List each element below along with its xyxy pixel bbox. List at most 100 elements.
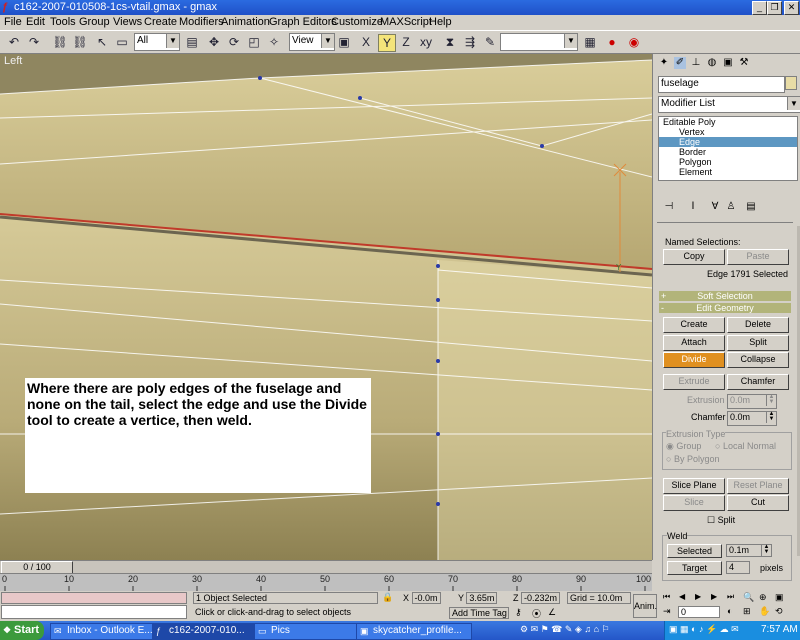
slice-plane-button[interactable]: Slice Plane (663, 478, 725, 494)
display-tab-icon[interactable]: ▣ (722, 57, 734, 69)
stack-item-element[interactable]: Element (659, 167, 797, 177)
group-radio[interactable]: ◉ Group (666, 441, 701, 452)
modifier-stack[interactable]: Editable Poly Vertex Edge Border Polygon… (658, 116, 798, 181)
weld-target-spinner[interactable]: 4 (726, 561, 750, 574)
menu-graph-editors[interactable]: Graph Editors (269, 16, 337, 28)
stack-item-vertex[interactable]: Vertex (659, 127, 797, 137)
remove-modifier-icon[interactable]: ♙ (725, 201, 737, 213)
split-checkbox[interactable]: ☐ Split (707, 515, 735, 526)
weld-target-button[interactable]: Target (667, 561, 722, 575)
restrict-y-icon[interactable]: Y (378, 34, 396, 52)
goto-start-icon[interactable]: ⏮ (663, 592, 675, 604)
rotate-icon[interactable]: ⟳ (226, 34, 242, 50)
pin-stack-icon[interactable]: ⊣ (663, 201, 675, 213)
hierarchy-tab-icon[interactable]: ⊥ (690, 57, 702, 69)
chamfer-button[interactable]: Chamfer (727, 374, 789, 390)
field-of-view-icon[interactable]: ◐ (727, 606, 739, 618)
select-by-name-icon[interactable]: ▤ (184, 34, 200, 50)
maxscript-listener-pink[interactable] (1, 592, 187, 604)
quick-launch-icons[interactable]: ⚙ ✉ ⚑ ☎ ✎ ◈ ♫ ⌂ ⚐ (520, 624, 662, 637)
modify-tab-icon[interactable]: ✐ (674, 57, 686, 69)
utilities-tab-icon[interactable]: ⚒ (738, 57, 750, 69)
collapse-button[interactable]: Collapse (727, 352, 789, 368)
close-button[interactable]: ✕ (784, 1, 799, 15)
menu-help[interactable]: Help (429, 16, 452, 28)
snap-icon[interactable]: ⦿ (532, 607, 544, 619)
material-editor-icon[interactable]: ▦ (582, 34, 598, 50)
quick-render-icon[interactable]: ◉ (626, 34, 642, 50)
configure-modifier-sets-icon[interactable]: ▤ (745, 201, 757, 213)
current-frame-field[interactable]: 0 (678, 606, 720, 618)
extrusion-spinner[interactable]: 0.0m ▲ ▼ (727, 394, 777, 409)
angle-snap-icon[interactable]: ∠ (548, 607, 560, 619)
object-color-swatch[interactable] (785, 76, 797, 90)
align-icon[interactable]: ⇶ (462, 34, 478, 50)
named-selection-dropdown[interactable]: ▼ (500, 33, 578, 51)
previous-frame-icon[interactable]: ◀ (679, 592, 691, 604)
gmax-app-icon[interactable]: ƒ (2, 2, 12, 13)
menu-customize[interactable]: Customize (331, 16, 383, 28)
stack-item-edge[interactable]: Edge (659, 137, 797, 147)
taskbar-item-gmax[interactable]: ƒ c162-2007-010... (152, 623, 268, 640)
taskbar-item-outlook[interactable]: ✉ Inbox - Outlook E... (50, 623, 166, 640)
menu-views[interactable]: Views (113, 16, 142, 28)
viewport-left[interactable]: Y Left Where there are poly edges of the… (0, 54, 652, 560)
mirror-icon[interactable]: ⧗ (442, 34, 458, 50)
selection-filter-dropdown[interactable]: All ▼ (134, 33, 180, 51)
scale-icon[interactable]: ◰ (246, 34, 262, 50)
copy-button[interactable]: Copy (663, 249, 725, 265)
arc-rotate-icon[interactable]: ⟲ (775, 606, 787, 618)
key-icon[interactable]: ⚷ (515, 607, 527, 619)
by-polygon-radio[interactable]: ○ By Polygon (666, 454, 719, 464)
play-icon[interactable]: ▶ (695, 592, 707, 604)
add-time-tag-button[interactable]: Add Time Tag (449, 607, 509, 619)
taskbar-item-pics[interactable]: ▭ Pics (254, 623, 370, 640)
zoom-all-icon[interactable]: ⊕ (759, 592, 771, 604)
divide-button[interactable]: Divide (663, 352, 725, 368)
menu-edit[interactable]: Edit (26, 16, 45, 28)
key-mode-icon[interactable]: ⇥ (663, 606, 675, 618)
undo-icon[interactable]: ↶ (6, 34, 22, 50)
stack-item-polygon[interactable]: Polygon (659, 157, 797, 167)
link-icon[interactable]: ⛓ (52, 34, 68, 50)
select-object-icon[interactable]: ↖ (94, 34, 110, 50)
reset-plane-button[interactable]: Reset Plane (727, 478, 789, 494)
menu-create[interactable]: Create (144, 16, 177, 28)
slice-button[interactable]: Slice (663, 495, 725, 511)
start-button[interactable]: ❖ Start (0, 621, 44, 640)
render-icon[interactable]: ● (604, 34, 620, 50)
local-normal-radio[interactable]: ○ Local Normal (715, 441, 776, 451)
restrict-xy-icon[interactable]: xy (418, 34, 434, 50)
make-unique-icon[interactable]: ∀ (709, 201, 721, 213)
cut-button[interactable]: Cut (727, 495, 789, 511)
paste-button[interactable]: Paste (727, 249, 789, 265)
animate-button[interactable]: Anim. (633, 594, 657, 618)
zoom-extents-icon[interactable]: ▣ (775, 592, 787, 604)
snap-icon[interactable]: ✎ (482, 34, 498, 50)
create-tab-icon[interactable]: ✦ (658, 57, 670, 69)
select-manipulate-icon[interactable]: ✧ (266, 34, 282, 50)
maximize-button[interactable]: ❐ (767, 1, 782, 15)
maxscript-listener-white[interactable] (1, 605, 187, 619)
restrict-z-icon[interactable]: Z (398, 34, 414, 50)
menu-maxscript[interactable]: MAXScript (380, 16, 432, 28)
track-bar[interactable]: 0 10 20 30 40 50 60 70 80 90 100 (0, 573, 652, 592)
goto-end-icon[interactable]: ⏭ (727, 592, 739, 604)
extrude-button[interactable]: Extrude (663, 374, 725, 390)
motion-tab-icon[interactable]: ◍ (706, 57, 718, 69)
chamfer-spinner[interactable]: 0.0m ▲ ▼ (727, 411, 777, 426)
modifier-list-dropdown[interactable]: Modifier List ▼ (658, 96, 800, 113)
weld-threshold-spinner[interactable]: 0.1m ▲ ▼ (726, 544, 772, 557)
stack-item-editable-poly[interactable]: Editable Poly (659, 117, 797, 127)
reference-coordinate-dropdown[interactable]: View ▼ (289, 33, 335, 51)
move-icon[interactable]: ✥ (206, 34, 222, 50)
object-name-field[interactable]: fuselage (658, 76, 785, 93)
split-button[interactable]: Split (727, 335, 789, 351)
tray-icons[interactable]: ▣ ▦ ◐ ♪ ⚡ ☁ ✉ (669, 624, 759, 637)
time-slider[interactable]: 0 / 100 (0, 560, 652, 575)
zoom-icon[interactable]: 🔍 (743, 592, 755, 604)
menu-file[interactable]: File (4, 16, 22, 28)
menu-tools[interactable]: Tools (50, 16, 76, 28)
menu-animation[interactable]: Animation (221, 16, 270, 28)
viewport-label[interactable]: Left (4, 55, 22, 67)
